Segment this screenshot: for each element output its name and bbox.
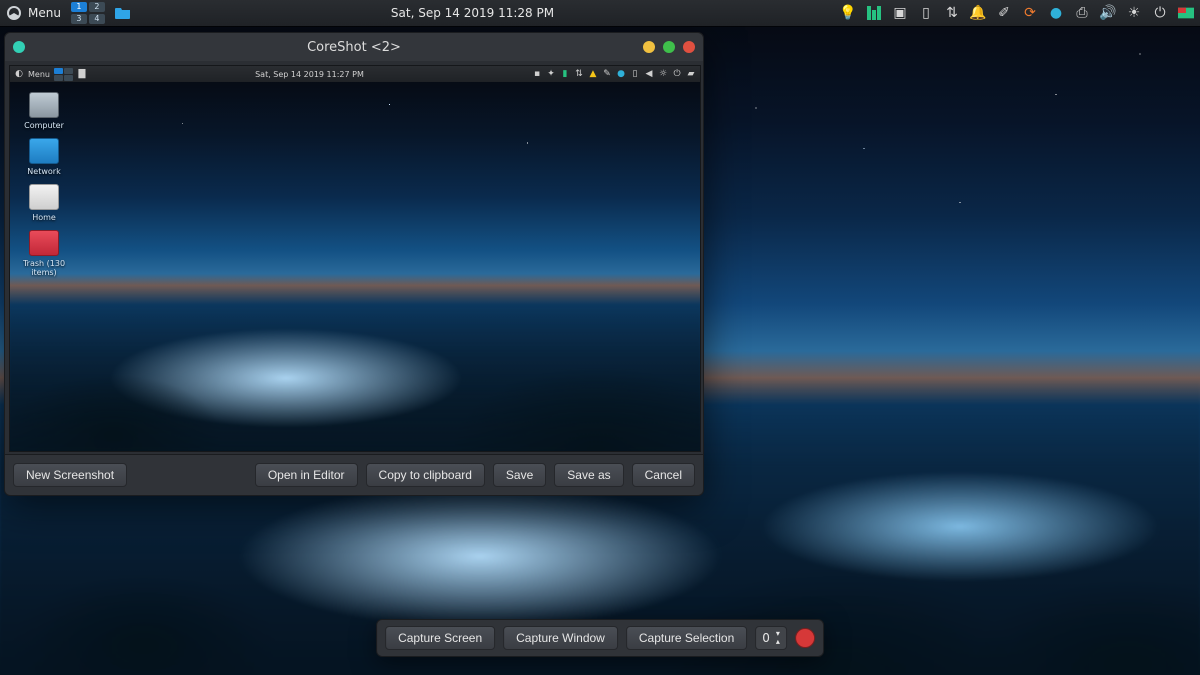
- preview-icon-label: Trash (130 items): [23, 259, 65, 277]
- preview-workspace-switcher: [54, 68, 73, 81]
- preview-icon-label: Computer: [24, 121, 64, 130]
- window-title: CoreShot <2>: [5, 40, 703, 55]
- save-button[interactable]: Save: [493, 463, 546, 487]
- preview-bell-icon: ▲: [588, 69, 598, 79]
- preview-appmenu-icon: ◐: [14, 69, 24, 79]
- new-screenshot-button[interactable]: New Screenshot: [13, 463, 127, 487]
- preview-icon-computer: Computer: [16, 92, 72, 130]
- workspace-4[interactable]: 4: [89, 14, 105, 24]
- chevron-up-icon[interactable]: ▴: [776, 638, 780, 646]
- preview-icon-label: Network: [27, 167, 60, 176]
- delay-value: 0: [762, 631, 770, 645]
- preview-panel: ◐ Menu ▇ Sat, Sep 14 2019 11:27 PM ▪ ✦ ▮…: [10, 66, 700, 82]
- manjaro-icon[interactable]: [866, 5, 882, 21]
- network-icon[interactable]: ⇅: [944, 5, 960, 21]
- menu-label[interactable]: Menu: [28, 6, 61, 20]
- preview-icon-network: Network: [16, 138, 72, 176]
- workspace-3[interactable]: 3: [71, 14, 87, 24]
- workspace-1[interactable]: 1: [71, 2, 87, 12]
- record-icon[interactable]: ●: [1048, 5, 1064, 21]
- top-panel: Menu 1 2 3 4 Sat, Sep 14 2019 11:28 PM 💡…: [0, 0, 1200, 26]
- workspace-2[interactable]: 2: [89, 2, 105, 12]
- preview-vol-icon: ◀: [644, 69, 654, 79]
- monitor-icon[interactable]: [1178, 5, 1194, 21]
- panel-clock[interactable]: Sat, Sep 14 2019 11:28 PM: [131, 6, 814, 20]
- refresh-icon[interactable]: ⟳: [1022, 5, 1038, 21]
- bulb-icon[interactable]: 💡: [840, 5, 856, 21]
- preview-manjaro-icon: ▮: [560, 69, 570, 79]
- preview-bulb-icon: ✦: [546, 69, 556, 79]
- preview-note-icon: ▪: [532, 69, 542, 79]
- trash-icon: [29, 230, 59, 256]
- preview-menu-label: Menu: [28, 70, 50, 79]
- brush-icon[interactable]: ✐: [996, 5, 1012, 21]
- preview-clock: Sat, Sep 14 2019 11:27 PM: [87, 70, 532, 79]
- file-manager-icon[interactable]: [115, 5, 131, 21]
- network-folder-icon: [29, 138, 59, 164]
- preview-power-icon: ⏻: [672, 69, 682, 79]
- maximize-button[interactable]: [663, 41, 675, 53]
- volume-icon[interactable]: 🔊: [1100, 5, 1116, 21]
- screenshot-preview: ◐ Menu ▇ Sat, Sep 14 2019 11:27 PM ▪ ✦ ▮…: [9, 65, 701, 452]
- preview-bright-icon: ☼: [658, 69, 668, 79]
- preview-monitor-icon: ▰: [686, 69, 696, 79]
- window-actionbar: New Screenshot Open in Editor Copy to cl…: [5, 454, 703, 495]
- preview-usb-icon: ▯: [630, 69, 640, 79]
- preview-icon-label: Home: [32, 213, 56, 222]
- preview-folder-icon: ▇: [77, 69, 87, 79]
- capture-window-button[interactable]: Capture Window: [503, 626, 618, 650]
- minimize-button[interactable]: [643, 41, 655, 53]
- battery-icon[interactable]: ▯: [918, 5, 934, 21]
- preview-icon-trash: Trash (130 items): [16, 230, 72, 277]
- brightness-icon[interactable]: ☀: [1126, 5, 1142, 21]
- preview-brush-icon: ✎: [602, 69, 612, 79]
- computer-icon: [29, 92, 59, 118]
- app-menu-icon[interactable]: [6, 5, 22, 21]
- capture-screen-button[interactable]: Capture Screen: [385, 626, 495, 650]
- usb-icon[interactable]: ⎙: [1074, 5, 1090, 21]
- bell-icon[interactable]: 🔔: [970, 5, 986, 21]
- capture-selection-button[interactable]: Capture Selection: [626, 626, 747, 650]
- delay-spinbox[interactable]: 0 ▾ ▴: [755, 626, 787, 650]
- close-button[interactable]: [683, 41, 695, 53]
- home-icon: [29, 184, 59, 210]
- save-as-button[interactable]: Save as: [554, 463, 623, 487]
- cancel-button[interactable]: Cancel: [632, 463, 695, 487]
- note-icon[interactable]: [814, 5, 830, 21]
- coreshot-window: CoreShot <2> ◐ Menu ▇ Sat, Sep 14 2019 1…: [4, 32, 704, 496]
- windows-icon[interactable]: ▣: [892, 5, 908, 21]
- preview-rec-icon: ●: [616, 69, 626, 79]
- window-titlebar[interactable]: CoreShot <2>: [5, 33, 703, 61]
- capture-toolbar[interactable]: Capture Screen Capture Window Capture Se…: [376, 619, 824, 657]
- copy-clipboard-button[interactable]: Copy to clipboard: [366, 463, 485, 487]
- preview-icon-home: Home: [16, 184, 72, 222]
- record-button[interactable]: [795, 628, 815, 648]
- open-editor-button[interactable]: Open in Editor: [255, 463, 358, 487]
- workspace-switcher[interactable]: 1 2 3 4: [71, 2, 105, 24]
- preview-net-icon: ⇅: [574, 69, 584, 79]
- power-icon[interactable]: ⏻: [1152, 5, 1168, 21]
